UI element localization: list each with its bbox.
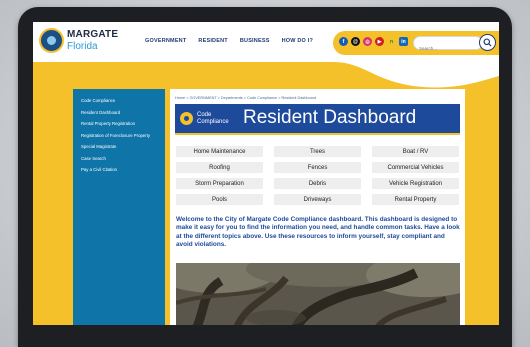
topic-debris[interactable]: Debris	[274, 178, 361, 189]
topic-fences[interactable]: Fences	[274, 162, 361, 173]
topic-home-maintenance[interactable]: Home Maintenance	[176, 146, 263, 157]
banner-department-line2: Compliance	[197, 118, 229, 125]
site-header: MARGATE Florida GOVERNMENT RESIDENT BUSI…	[33, 22, 499, 62]
search-icon	[483, 38, 492, 47]
nav-how-do-i[interactable]: HOW DO I?	[282, 38, 313, 44]
sidebar-item-pay-citation[interactable]: Pay a Civil Citation	[73, 164, 165, 176]
main-nav: GOVERNMENT RESIDENT BUSINESS HOW DO I?	[145, 38, 313, 44]
threads-icon[interactable]: @	[351, 37, 360, 46]
code-compliance-badge-icon	[180, 112, 193, 125]
topic-roofing[interactable]: Roofing	[176, 162, 263, 173]
main-content: Home > GOVERNMENT > Departments > Code C…	[170, 89, 465, 325]
welcome-text: Welcome to the City of Margate Code Comp…	[176, 216, 460, 248]
topic-vehicle-registration[interactable]: Vehicle Registration	[372, 178, 459, 189]
topic-commercial-vehicles[interactable]: Commercial Vehicles	[372, 162, 459, 173]
tree-photo	[176, 263, 460, 325]
search-input[interactable]	[414, 42, 464, 55]
nav-resident[interactable]: RESIDENT	[198, 38, 227, 44]
breadcrumb[interactable]: Home > GOVERNMENT > Departments > Code C…	[175, 96, 316, 100]
page-banner: Code Compliance Resident Dashboard	[175, 104, 460, 135]
nextdoor-icon[interactable]: n	[387, 37, 396, 46]
banner-department: Code Compliance	[197, 112, 229, 125]
topic-trees[interactable]: Trees	[274, 146, 361, 157]
sidebar-item-code-compliance[interactable]: Code Compliance	[73, 95, 165, 107]
facebook-icon[interactable]: f	[339, 37, 348, 46]
sidebar-item-foreclosure-registration[interactable]: Registration of Foreclosure Property	[73, 130, 165, 142]
sidebar-item-special-magistrate[interactable]: Special Magistrate	[73, 141, 165, 153]
sidebar-item-resident-dashboard[interactable]: Resident Dashboard	[73, 107, 165, 119]
topic-pools[interactable]: Pools	[176, 194, 263, 205]
social-links: f @ ◎ ▶ n in	[339, 37, 408, 46]
browser-screen: MARGATE Florida GOVERNMENT RESIDENT BUSI…	[33, 22, 499, 325]
sidebar-item-case-search[interactable]: Case Search	[73, 153, 165, 165]
nav-business[interactable]: BUSINESS	[240, 38, 270, 44]
social-search-bar: f @ ◎ ▶ n in	[333, 31, 499, 55]
topic-grid: Home Maintenance Trees Boat / RV Roofing…	[176, 146, 460, 205]
topic-boat-rv[interactable]: Boat / RV	[372, 146, 459, 157]
topic-driveways[interactable]: Driveways	[274, 194, 361, 205]
nav-government[interactable]: GOVERNMENT	[145, 38, 186, 44]
tree-image	[176, 263, 460, 325]
youtube-icon[interactable]: ▶	[375, 37, 384, 46]
search-button[interactable]	[479, 34, 496, 51]
topic-rental-property[interactable]: Rental Property	[372, 194, 459, 205]
sidebar-item-rental-registration[interactable]: Rental Property Registration	[73, 118, 165, 130]
linkedin-icon[interactable]: in	[399, 37, 408, 46]
site-name[interactable]: MARGATE	[67, 29, 118, 40]
sidebar: Code Compliance Resident Dashboard Renta…	[73, 89, 165, 325]
header-wave	[33, 62, 499, 88]
search-field[interactable]	[413, 36, 483, 55]
city-seal-icon[interactable]	[39, 28, 64, 53]
instagram-icon[interactable]: ◎	[363, 37, 372, 46]
page-title: Resident Dashboard	[243, 107, 417, 128]
topic-storm-preparation[interactable]: Storm Preparation	[176, 178, 263, 189]
site-subtitle[interactable]: Florida	[67, 41, 98, 52]
